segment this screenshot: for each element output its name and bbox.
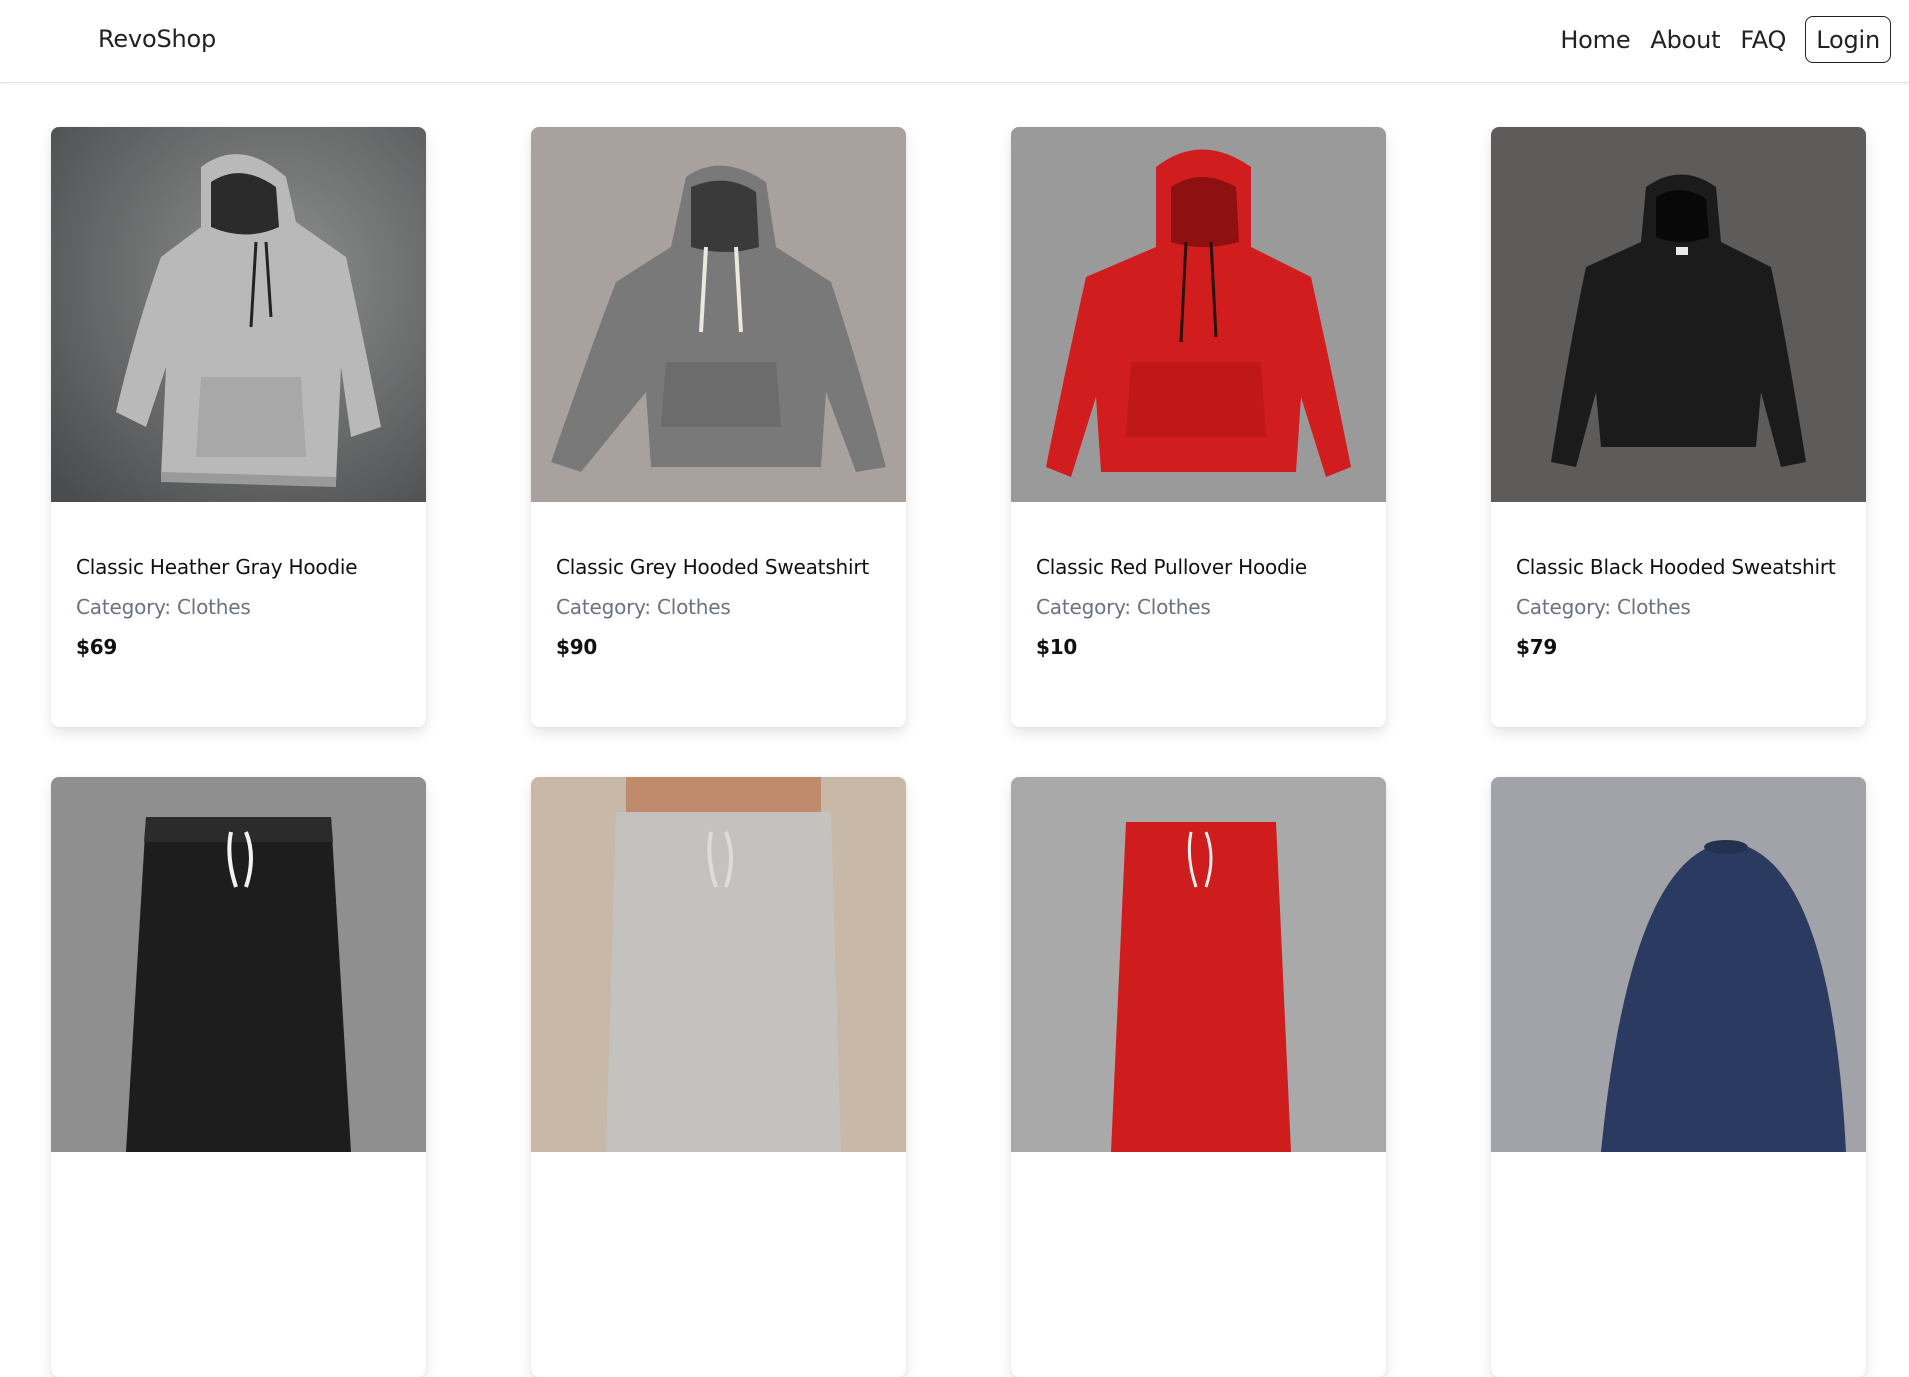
product-card[interactable] xyxy=(1011,777,1386,1377)
brand-link[interactable]: RevoShop xyxy=(98,25,216,53)
product-price: $90 xyxy=(556,635,598,659)
product-category: Category: Clothes xyxy=(1036,595,1211,619)
product-card[interactable] xyxy=(1491,777,1866,1377)
joggers-light-gray-image xyxy=(531,777,906,1152)
product-category: Category: Clothes xyxy=(556,595,731,619)
product-price: $69 xyxy=(76,635,118,659)
nav-links: Home About FAQ Login xyxy=(1540,16,1891,63)
product-card[interactable]: Classic Heather Gray Hoodie Category: Cl… xyxy=(51,127,426,727)
product-price: $10 xyxy=(1036,635,1078,659)
product-card[interactable]: Classic Red Pullover Hoodie Category: Cl… xyxy=(1011,127,1386,727)
product-card[interactable]: Classic Grey Hooded Sweatshirt Category:… xyxy=(531,127,906,727)
product-category: Category: Clothes xyxy=(1516,595,1691,619)
product-title[interactable]: Classic Black Hooded Sweatshirt xyxy=(1516,555,1836,579)
hoodie-red-image xyxy=(1011,127,1386,502)
cap-navy-image xyxy=(1491,777,1866,1152)
product-card[interactable]: Classic Black Hooded Sweatshirt Category… xyxy=(1491,127,1866,727)
nav-link-about[interactable]: About xyxy=(1650,26,1720,54)
hoodie-black-image xyxy=(1491,127,1866,502)
product-title[interactable]: Classic Heather Gray Hoodie xyxy=(76,555,358,579)
navbar: RevoShop Home About FAQ Login xyxy=(0,0,1909,83)
hoodie-heather-gray-image xyxy=(51,127,426,502)
product-card[interactable] xyxy=(51,777,426,1377)
login-button[interactable]: Login xyxy=(1805,16,1891,63)
product-price: $79 xyxy=(1516,635,1558,659)
nav-link-faq[interactable]: FAQ xyxy=(1740,26,1786,54)
hoodie-grey-image xyxy=(531,127,906,502)
joggers-black-image xyxy=(51,777,426,1152)
product-card[interactable] xyxy=(531,777,906,1377)
product-title[interactable]: Classic Grey Hooded Sweatshirt xyxy=(556,555,869,579)
product-category: Category: Clothes xyxy=(76,595,251,619)
nav-link-home[interactable]: Home xyxy=(1560,26,1630,54)
joggers-red-image xyxy=(1011,777,1386,1152)
product-title[interactable]: Classic Red Pullover Hoodie xyxy=(1036,555,1307,579)
